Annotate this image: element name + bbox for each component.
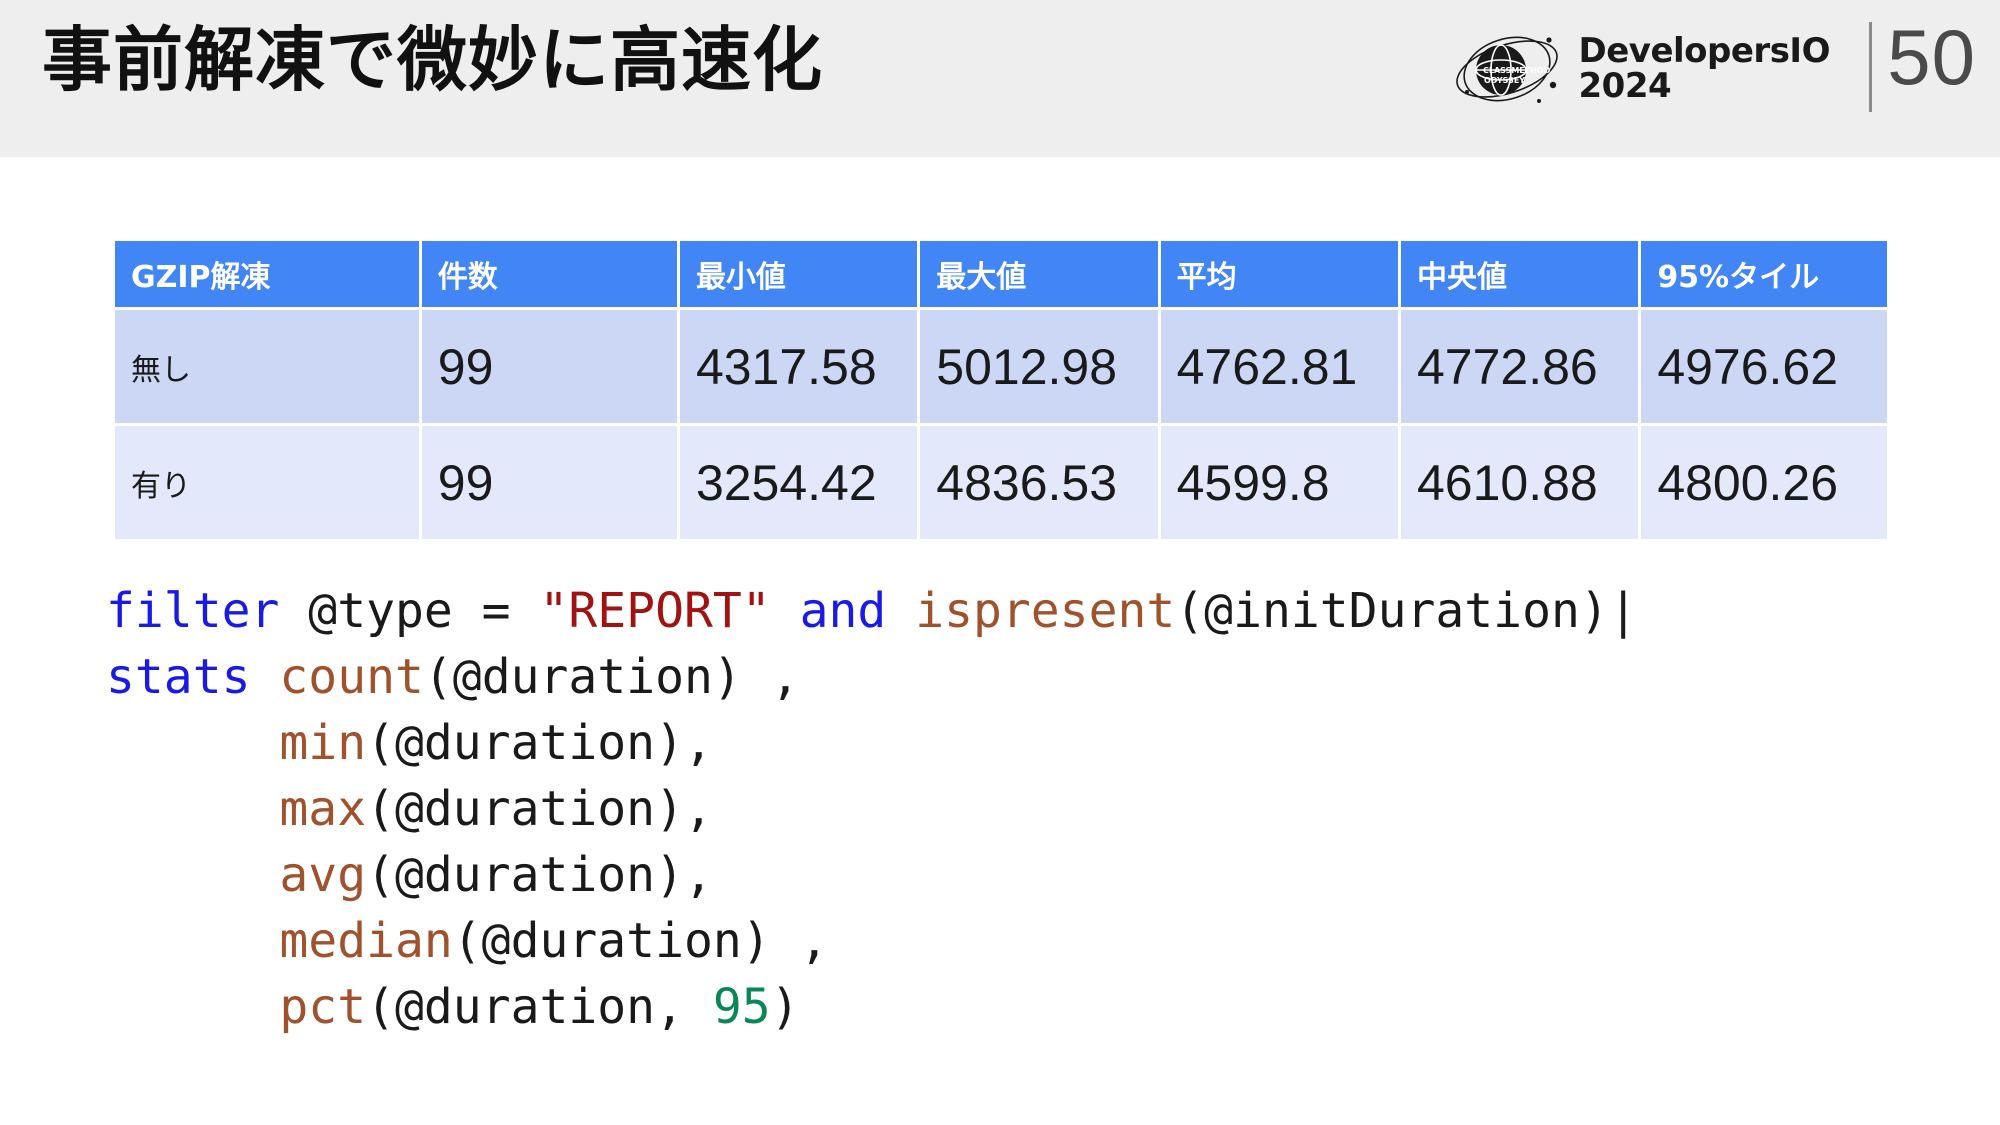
cell-min: 3254.42 [679,426,918,539]
cell-label: 有り [115,426,419,539]
code-token-fn: pct [279,979,367,1035]
code-line: pct(@duration, 95) [106,974,1638,1040]
code-token-pln: @type = [279,583,540,639]
code-line: max(@duration), [106,776,1638,842]
code-token-pln [886,583,915,639]
cell-p95: 4800.26 [1641,426,1887,539]
code-line: median(@duration) , [106,908,1638,974]
svg-text:ODYSSEY: ODYSSEY [1484,76,1525,85]
page-title: 事前解凍で微妙に高速化 [42,19,823,101]
code-token-kw: stats [106,649,251,705]
code-token-pln: (@duration), [366,781,713,837]
code-line: avg(@duration), [106,842,1638,908]
cell-count: 99 [421,310,677,423]
page-number: 50 [1887,13,1976,101]
code-token-pln [106,979,279,1035]
code-token-fn: avg [279,847,367,903]
column-header-median: 中央値 [1400,241,1639,307]
table-header-row: GZIP解凍 件数 最小値 最大値 平均 中央値 95%タイル [115,241,1887,307]
code-token-pln [771,583,800,639]
code-token-pln: (@duration), [366,715,713,771]
code-token-num: 95 [712,979,771,1035]
code-token-kw: filter [106,583,280,639]
cell-count: 99 [421,426,677,539]
table-row: 有り 99 3254.42 4836.53 4599.8 4610.88 480… [115,426,1887,539]
cell-median: 4772.86 [1400,310,1639,423]
code-token-pln: (@duration), [366,847,713,903]
code-token-pln [106,715,279,771]
header-divider [1869,22,1872,112]
code-token-fn: max [279,781,367,837]
table-body: 無し 99 4317.58 5012.98 4762.81 4772.86 49… [115,310,1887,539]
stats-table: GZIP解凍 件数 最小値 最大値 平均 中央値 95%タイル 無し 99 43… [112,238,1890,542]
svg-text:CLASSMETHOD: CLASSMETHOD [1483,66,1551,75]
brand-year: 2024 [1578,66,1672,106]
code-token-pln: (@duration, [366,979,713,1035]
code-token-pln: (@duration) , [452,913,829,969]
column-header-gzip: GZIP解凍 [115,241,419,307]
query-code-block: filter @type = "REPORT" and ispresent(@i… [106,578,1638,1040]
cell-max: 4836.53 [920,426,1158,539]
cell-avg: 4599.8 [1160,426,1398,539]
code-token-str: "REPORT" [539,583,771,639]
code-token-pln [106,913,279,969]
cell-p95: 4976.62 [1641,310,1887,423]
table-header: GZIP解凍 件数 最小値 最大値 平均 中央値 95%タイル [115,241,1887,307]
code-token-pln: (@duration) , [423,649,800,705]
code-token-fn: ispresent [915,583,1176,639]
code-token-pln: (@initDuration)| [1175,583,1638,639]
globe-orbit-icon: CLASSMETHOD ODYSSEY [1453,28,1561,110]
brand-text: DevelopersIO 2024 [1578,31,1831,106]
code-line: min(@duration), [106,710,1638,776]
code-token-pln [251,649,280,705]
cell-min: 4317.58 [679,310,918,423]
code-token-kw: and [799,583,887,639]
code-line: filter @type = "REPORT" and ispresent(@i… [106,578,1638,644]
code-token-fn: min [279,715,367,771]
code-line: stats count(@duration) , [106,644,1638,710]
cell-label: 無し [115,310,419,423]
column-header-p95: 95%タイル [1641,241,1887,307]
code-token-fn: median [279,913,453,969]
column-header-max: 最大値 [920,241,1158,307]
code-token-pln [106,781,279,837]
code-token-fn: count [279,649,424,705]
column-header-count: 件数 [421,241,677,307]
cell-median: 4610.88 [1400,426,1639,539]
cell-avg: 4762.81 [1160,310,1398,423]
code-token-pln: ) [770,979,800,1035]
brand-block: CLASSMETHOD ODYSSEY DevelopersIO 2024 [1453,28,1831,110]
slide-header-band: 事前解凍で微妙に高速化 CLASSMETHOD ODYSSEY Develope… [0,0,2000,157]
brand-name: DevelopersIO [1578,31,1831,72]
table-row: 無し 99 4317.58 5012.98 4762.81 4772.86 49… [115,310,1887,423]
code-token-pln [106,847,279,903]
column-header-avg: 平均 [1160,241,1398,307]
column-header-min: 最小値 [679,241,918,307]
cell-max: 5012.98 [920,310,1158,423]
